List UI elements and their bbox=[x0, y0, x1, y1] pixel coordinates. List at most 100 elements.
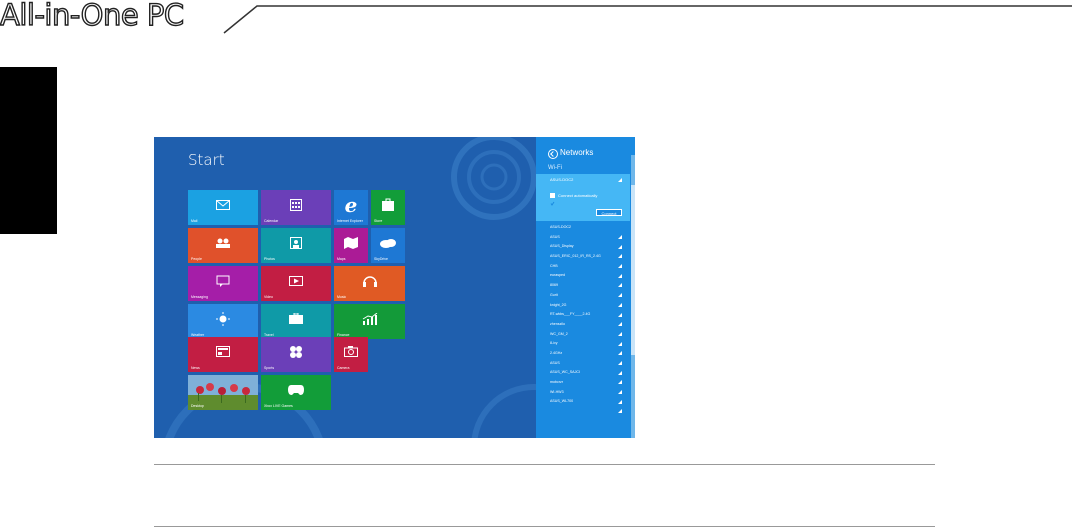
tile-store[interactable]: Store bbox=[371, 190, 405, 225]
tile-label: Camera bbox=[337, 366, 350, 370]
tile-xbox[interactable]: Xbox LIVE Games bbox=[261, 375, 331, 410]
signal-icon bbox=[618, 255, 622, 269]
connect-automatically-label: Connect automatically bbox=[558, 193, 598, 198]
network-item[interactable]: ASUS bbox=[536, 233, 630, 249]
network-item[interactable]: 8-ivy bbox=[536, 339, 630, 356]
network-name: 2.4GHz bbox=[550, 350, 563, 355]
tile-travel[interactable]: Travel bbox=[261, 304, 331, 339]
network-name: 8-ivy bbox=[550, 341, 558, 346]
networks-panel: Networks Wi-Fi ASUS-DOC2 Connect automat… bbox=[536, 137, 635, 438]
signal-icon bbox=[618, 284, 622, 298]
network-name: WC_GM_2 bbox=[550, 331, 568, 336]
xbox-icon bbox=[261, 375, 331, 404]
network-name: CHB bbox=[550, 263, 558, 268]
back-arrow-icon[interactable] bbox=[548, 149, 558, 159]
network-item[interactable]: WC_GM_2 bbox=[536, 330, 630, 346]
travel-icon bbox=[261, 304, 331, 333]
network-item[interactable]: ASUS-DOC2 bbox=[536, 223, 630, 239]
signal-icon bbox=[618, 333, 622, 346]
signal-icon bbox=[618, 178, 622, 182]
weather-icon bbox=[188, 304, 258, 333]
tile-news[interactable]: News bbox=[188, 337, 258, 372]
network-list: ASUS-DOC2 ASUS ASUS_Display ASUS_ERIC_012_I… bbox=[536, 223, 630, 414]
connect-button[interactable]: Connect bbox=[596, 209, 622, 216]
network-item[interactable]: WI-HW3 bbox=[536, 388, 630, 404]
network-item[interactable]: 2.4GHz bbox=[536, 349, 630, 365]
tile-label: People bbox=[191, 257, 202, 261]
signal-icon bbox=[618, 352, 622, 365]
signal-icon bbox=[618, 362, 622, 375]
tile-mail[interactable]: Mail bbox=[188, 190, 258, 225]
tile-people[interactable]: People bbox=[188, 228, 258, 263]
network-item[interactable]: ASUS bbox=[536, 359, 630, 375]
signal-icon bbox=[618, 391, 622, 404]
side-tab bbox=[0, 67, 57, 234]
signal-icon bbox=[618, 342, 622, 356]
network-name: ASUS_WC_SAJCI bbox=[550, 370, 580, 375]
checkmark-icon bbox=[550, 201, 555, 206]
signal-icon bbox=[618, 245, 622, 259]
connect-automatically-checkbox[interactable] bbox=[550, 193, 555, 206]
network-name: ASUS_ERIC_012_IR_RS_2.4G bbox=[550, 254, 601, 259]
network-name: mobcrzr bbox=[550, 380, 563, 384]
tile-sports[interactable]: Sports bbox=[261, 337, 331, 372]
tile-camera[interactable]: Camera bbox=[334, 337, 368, 372]
tile-skydrive[interactable]: SkyDrive bbox=[371, 228, 405, 263]
network-item[interactable]: RT-wkbs___FY____2.4G bbox=[536, 310, 630, 327]
tile-photos[interactable]: Photos bbox=[261, 228, 331, 263]
tile-label: News bbox=[191, 366, 200, 370]
tile-weather[interactable]: Weather bbox=[188, 304, 258, 339]
tile-label: Desktop bbox=[191, 404, 204, 408]
network-item[interactable]: ASUS_WC_SAJCI bbox=[536, 368, 630, 385]
finance-icon bbox=[334, 304, 405, 333]
scrollbar[interactable] bbox=[631, 155, 635, 438]
network-item[interactable]: ASUS_WL700 bbox=[536, 397, 630, 414]
tile-messaging[interactable]: Messaging bbox=[188, 266, 258, 301]
network-item[interactable]: CHB bbox=[536, 262, 630, 278]
tile-video[interactable]: Video bbox=[261, 266, 331, 301]
tile-calendar[interactable]: Calendar bbox=[261, 190, 331, 225]
network-name: WI-HW3 bbox=[550, 389, 564, 394]
store-icon bbox=[371, 190, 405, 219]
network-item[interactable]: Gurit bbox=[536, 291, 630, 307]
tile-label: Sports bbox=[264, 366, 275, 370]
tile-music[interactable]: Music bbox=[334, 266, 405, 301]
scrollbar-thumb[interactable] bbox=[631, 185, 635, 355]
networks-title: Networks bbox=[560, 148, 594, 157]
header-title: All-in-One PC bbox=[0, 0, 185, 33]
internet-explorer-icon: e bbox=[344, 192, 358, 217]
signal-icon bbox=[618, 274, 622, 288]
start-label: Start bbox=[188, 151, 225, 169]
network-name: RT-wkbs___FY____2.4G bbox=[550, 312, 591, 317]
network-item[interactable]: 8069 bbox=[536, 281, 630, 298]
divider-top bbox=[154, 464, 935, 465]
sports-icon bbox=[261, 337, 331, 366]
tile-ie[interactable]: e Internet Explorer bbox=[334, 190, 368, 225]
signal-icon bbox=[618, 294, 622, 307]
signal-icon bbox=[618, 323, 622, 336]
network-item[interactable]: ASUS_Display bbox=[536, 242, 630, 259]
tile-label: Mail bbox=[191, 219, 198, 223]
network-name: ASUS_WL700 bbox=[550, 399, 574, 404]
selected-network[interactable]: ASUS-DOC2 Connect automatically Connect bbox=[536, 174, 630, 221]
tile-maps[interactable]: Maps bbox=[334, 228, 368, 263]
signal-icon bbox=[618, 313, 622, 327]
signal-icon bbox=[618, 226, 622, 239]
network-item[interactable]: ASUS_ERIC_012_IR_RS_2.4G bbox=[536, 252, 630, 269]
network-item[interactable]: mobcrzr bbox=[536, 378, 630, 394]
network-item[interactable]: zhenszilo bbox=[536, 320, 630, 336]
network-item[interactable]: knight_2G bbox=[536, 301, 630, 317]
desktop-image bbox=[188, 375, 258, 410]
network-item[interactable]: eurasped bbox=[536, 271, 630, 288]
signal-icon bbox=[618, 236, 622, 249]
tile-desktop[interactable]: Desktop bbox=[188, 375, 258, 410]
messaging-icon bbox=[188, 266, 258, 295]
mail-icon bbox=[188, 190, 258, 219]
camera-icon bbox=[334, 337, 368, 366]
signal-icon bbox=[618, 304, 622, 317]
network-name: 8069 bbox=[550, 283, 558, 288]
signal-icon bbox=[618, 400, 622, 414]
calendar-icon bbox=[261, 190, 331, 219]
tile-label: SkyDrive bbox=[374, 257, 389, 261]
tile-finance[interactable]: Finance bbox=[334, 304, 405, 339]
